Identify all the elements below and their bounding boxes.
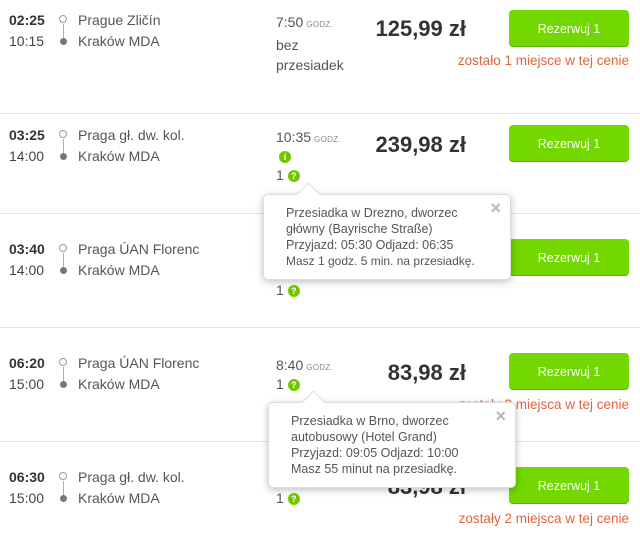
departure-dot	[59, 472, 67, 480]
transfer-info: i	[279, 146, 291, 166]
transfer-text: przesiadek	[276, 57, 344, 73]
book-button[interactable]: Rezerwuj 1 miejsce	[509, 467, 629, 529]
departure-time: 03:25	[9, 127, 45, 143]
departure-dot	[59, 244, 67, 252]
departure-dot	[59, 130, 67, 138]
departure-station[interactable]: Praga ÚAN Florenc	[78, 355, 199, 371]
book-button[interactable]: Rezerwuj 1 miejsce	[509, 353, 629, 415]
tooltip-line: główny (Bayrische Straße)	[286, 222, 433, 236]
help-icon[interactable]: ?	[287, 170, 300, 183]
arrival-time: 14:00	[9, 262, 45, 278]
arrival-station[interactable]: Kraków MDA	[78, 490, 160, 506]
tooltip-line: Masz 55 minut na przesiadkę.	[291, 462, 458, 476]
transfer-count-value: 1	[276, 376, 284, 392]
tooltip-line: Masz 1 godz. 5 min. na przesiadkę.	[286, 254, 475, 268]
price: 83,98 zł	[387, 360, 466, 385]
arrival-station[interactable]: Kraków MDA	[78, 376, 160, 392]
transfer-tooltip: Przesiadka w Drezno, dworzec główny (Bay…	[263, 182, 511, 280]
price: 125,99 zł	[375, 16, 466, 41]
duration: 7:50 GODZ. bez przesiadek	[276, 12, 344, 75]
connection-row: 02:25 10:15 Prague Zličín Kraków MDA 7:5…	[0, 0, 640, 114]
info-icon[interactable]: i	[279, 151, 291, 164]
help-icon[interactable]: ?	[287, 493, 300, 506]
arrival-station[interactable]: Kraków MDA	[78, 33, 160, 49]
departure-station[interactable]: Praga gł. dw. kol.	[78, 469, 185, 485]
transfer-count: 1?	[276, 374, 300, 394]
arrival-dot	[60, 267, 67, 274]
duration-unit: GODZ.	[306, 20, 334, 29]
transfer-text: bez	[276, 37, 299, 53]
transfer-count-value: 1	[276, 167, 284, 183]
book-button[interactable]: Rezerwuj 1 miejsce	[509, 125, 629, 187]
route-timeline	[59, 130, 69, 160]
departure-station[interactable]: Praga ÚAN Florenc	[78, 241, 199, 257]
arrival-dot	[60, 38, 67, 45]
duration-unit: GODZ.	[306, 363, 334, 372]
transfer-count-value: 1	[276, 490, 284, 506]
arrival-dot	[60, 153, 67, 160]
departure-dot	[59, 358, 67, 366]
departure-time: 06:30	[9, 469, 45, 485]
route-timeline	[59, 472, 69, 502]
arrival-dot	[60, 495, 67, 502]
close-icon[interactable]: ×	[490, 199, 501, 217]
transfer-tooltip: Przesiadka w Brno, dworzec autobusowy (H…	[268, 390, 516, 488]
route-timeline	[59, 244, 69, 274]
arrival-time: 10:15	[9, 33, 45, 49]
arrival-station[interactable]: Kraków MDA	[78, 148, 160, 164]
departure-station[interactable]: Praga gł. dw. kol.	[78, 127, 185, 143]
arrival-station[interactable]: Kraków MDA	[78, 262, 160, 278]
tooltip-line: Przyjazd: 05:30 Odjazd: 06:35	[286, 238, 454, 252]
seats-remaining-note: zostały 2 miejsca w tej cenie	[458, 511, 629, 526]
duration-value: 8:40	[276, 357, 304, 373]
duration-unit: GODZ.	[314, 135, 341, 144]
book-button[interactable]: Rezerwuj 1 miejsce	[509, 10, 629, 72]
arrival-time: 15:00	[9, 490, 45, 506]
transfer-count-value: 1	[276, 282, 284, 298]
route-timeline	[59, 15, 69, 45]
tooltip-line: Przyjazd: 09:05 Odjazd: 10:00	[291, 446, 459, 460]
transfer-count: 1?	[276, 488, 300, 508]
arrival-time: 15:00	[9, 376, 45, 392]
seats-remaining-note: zostało 1 miejsce w tej cenie	[457, 53, 629, 68]
departure-time: 03:40	[9, 241, 45, 257]
close-icon[interactable]: ×	[495, 407, 506, 425]
arrival-dot	[60, 381, 67, 388]
transfer-count: 1?	[276, 280, 300, 300]
arrival-time: 14:00	[9, 148, 45, 164]
duration-value: 7:50	[276, 14, 304, 30]
departure-dot	[59, 15, 67, 23]
tooltip-line: Przesiadka w Brno, dworzec	[291, 414, 449, 428]
tooltip-line: Przesiadka w Drezno, dworzec	[286, 206, 458, 220]
departure-time: 06:20	[9, 355, 45, 371]
book-button[interactable]: Rezerwuj 1 miejsce	[509, 239, 629, 301]
price: 239,98 zł	[375, 132, 466, 157]
departure-time: 02:25	[9, 12, 45, 28]
tooltip-line: autobusowy (Hotel Grand)	[291, 430, 437, 444]
duration-value: 10:35	[276, 129, 312, 145]
help-icon[interactable]: ?	[287, 379, 300, 392]
route-timeline	[59, 358, 69, 388]
departure-station[interactable]: Prague Zličín	[78, 12, 160, 28]
help-icon[interactable]: ?	[287, 285, 300, 298]
transfer-count: 1?	[276, 165, 300, 185]
